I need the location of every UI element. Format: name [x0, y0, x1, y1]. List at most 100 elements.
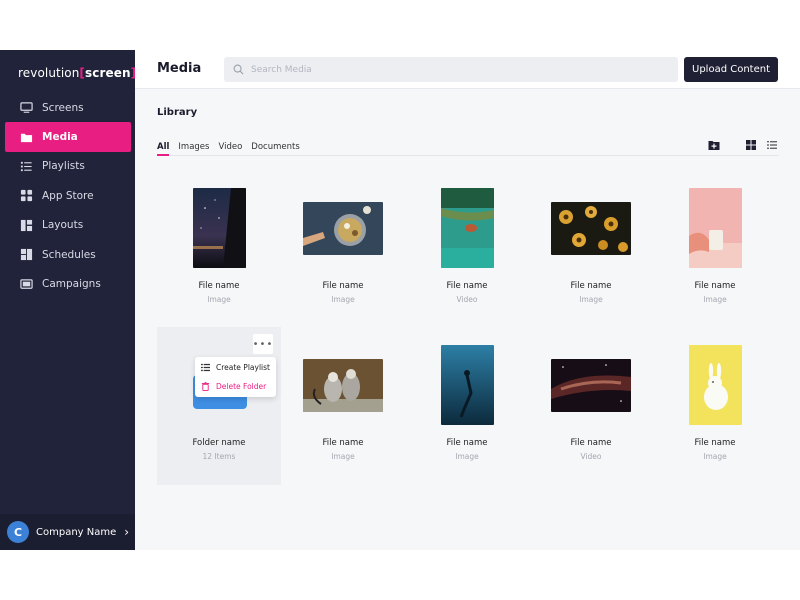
- media-thumbnail: [529, 340, 653, 430]
- media-thumbnail: [529, 183, 653, 273]
- media-item-name: File name: [570, 281, 612, 291]
- sidebar-item-label: Schedules: [42, 248, 96, 261]
- sidebar-item-schedules[interactable]: Schedules: [0, 240, 135, 269]
- playlist-icon: [201, 363, 211, 373]
- sidebar-item-playlists[interactable]: Playlists: [0, 152, 135, 181]
- ellipsis-icon: •••: [252, 338, 274, 350]
- media-item-card[interactable]: File name Video: [529, 327, 653, 485]
- media-item-card[interactable]: File name Image: [653, 327, 777, 485]
- media-thumbnail: [281, 340, 405, 430]
- media-item-type: Video: [456, 295, 478, 304]
- diver-image: [440, 345, 494, 425]
- media-item-card[interactable]: File name Image: [281, 178, 405, 336]
- sidebar-nav: Screens Media Playlists App Store Layout…: [0, 93, 135, 299]
- library-title: Library: [157, 107, 198, 118]
- delete-folder-menu-item[interactable]: Delete Folder: [195, 377, 276, 396]
- grid-view-button[interactable]: [745, 136, 757, 150]
- sidebar-item-campaigns[interactable]: Campaigns: [0, 269, 135, 298]
- media-item-type: Image: [455, 452, 479, 461]
- candle-image: [688, 188, 742, 268]
- layout-icon: [19, 218, 33, 232]
- sidebar-item-layouts[interactable]: Layouts: [0, 211, 135, 240]
- media-thumbnail: [405, 183, 529, 273]
- media-item-type: Image: [331, 295, 355, 304]
- search-input[interactable]: [251, 64, 651, 75]
- logo-brand: screen: [85, 66, 131, 80]
- list-view-button[interactable]: [766, 136, 778, 150]
- media-thumbnail: [653, 183, 777, 273]
- company-switcher[interactable]: C Company Name ›: [0, 514, 135, 550]
- media-item-type: Image: [331, 452, 355, 461]
- media-item-card[interactable]: File name Image: [405, 327, 529, 485]
- list-view-icon: [766, 136, 778, 155]
- sidebar-item-label: Media: [42, 131, 78, 144]
- upload-content-button[interactable]: Upload Content: [684, 57, 778, 82]
- media-item-name: File name: [694, 281, 736, 291]
- flowers-image: [551, 201, 631, 255]
- media-thumbnail: [405, 340, 529, 430]
- company-name: Company Name: [36, 526, 117, 538]
- trash-icon: [201, 382, 211, 392]
- campaign-icon: [19, 277, 33, 291]
- media-item-card[interactable]: File name Image: [653, 178, 777, 336]
- sidebar: revolution[screen] Screens Media Playlis…: [0, 50, 136, 550]
- media-thumbnail: [157, 183, 281, 273]
- menu-item-label: Create Playlist: [216, 363, 270, 372]
- media-item-name: File name: [322, 438, 364, 448]
- media-item-type: Image: [703, 295, 727, 304]
- add-folder-icon: [708, 136, 720, 155]
- folder-item-count: 12 Items: [202, 452, 236, 461]
- search-icon: [233, 60, 251, 79]
- sidebar-item-label: App Store: [42, 189, 94, 202]
- apps-icon: [19, 189, 33, 203]
- media-item-card[interactable]: File name Image: [281, 327, 405, 485]
- lagoon-video-thumbnail: [440, 188, 494, 268]
- bunny-image: [688, 345, 742, 425]
- tab-all[interactable]: All: [157, 142, 170, 156]
- sidebar-item-screens[interactable]: Screens: [0, 93, 135, 122]
- media-thumbnail: [281, 183, 405, 273]
- monitor-icon: [19, 101, 33, 115]
- folder-icon: [19, 130, 33, 144]
- food-bowl-image: [303, 201, 383, 255]
- folder-context-menu: Create Playlist Delete Folder: [195, 357, 276, 397]
- playlist-icon: [19, 159, 33, 173]
- folder-card[interactable]: ••• Create Playlist Delete Folder Folder…: [157, 327, 281, 485]
- new-folder-button[interactable]: [708, 136, 720, 150]
- sidebar-item-app-store[interactable]: App Store: [0, 181, 135, 210]
- night-sky-image: [192, 188, 246, 268]
- brand-logo[interactable]: revolution[screen]: [18, 66, 136, 80]
- search-bar[interactable]: [224, 57, 678, 82]
- lemurs-image: [303, 358, 383, 412]
- menu-item-label: Delete Folder: [216, 382, 267, 391]
- app-window: revolution[screen] Screens Media Playlis…: [0, 50, 800, 550]
- tab-documents[interactable]: Documents: [251, 142, 299, 156]
- sidebar-item-label: Screens: [42, 101, 84, 114]
- schedule-icon: [19, 248, 33, 262]
- media-item-type: Image: [207, 295, 231, 304]
- media-item-card[interactable]: File name Video: [405, 178, 529, 336]
- media-item-type: Video: [580, 452, 602, 461]
- media-item-type: Image: [579, 295, 603, 304]
- chevron-right-icon: ›: [124, 525, 129, 539]
- sidebar-item-label: Playlists: [42, 160, 85, 173]
- grid-view-icon: [745, 136, 757, 155]
- more-options-button[interactable]: •••: [253, 334, 273, 354]
- sidebar-item-media[interactable]: Media: [5, 122, 131, 152]
- media-item-name: File name: [570, 438, 612, 448]
- media-item-name: File name: [694, 438, 736, 448]
- sidebar-item-label: Campaigns: [42, 278, 101, 291]
- sidebar-item-label: Layouts: [42, 219, 84, 232]
- media-item-card[interactable]: File name Image: [529, 178, 653, 336]
- tab-images[interactable]: Images: [178, 142, 209, 156]
- media-thumbnail: [653, 340, 777, 430]
- folder-name: Folder name: [192, 438, 246, 448]
- page-title: Media: [157, 61, 202, 76]
- media-item-name: File name: [198, 281, 240, 291]
- logo-prefix: revolution: [18, 66, 80, 80]
- tab-video[interactable]: Video: [218, 142, 242, 156]
- media-item-card[interactable]: File name Image: [157, 178, 281, 336]
- top-header: Media Upload Content: [135, 50, 800, 89]
- avatar: C: [7, 521, 29, 543]
- create-playlist-menu-item[interactable]: Create Playlist: [195, 358, 276, 377]
